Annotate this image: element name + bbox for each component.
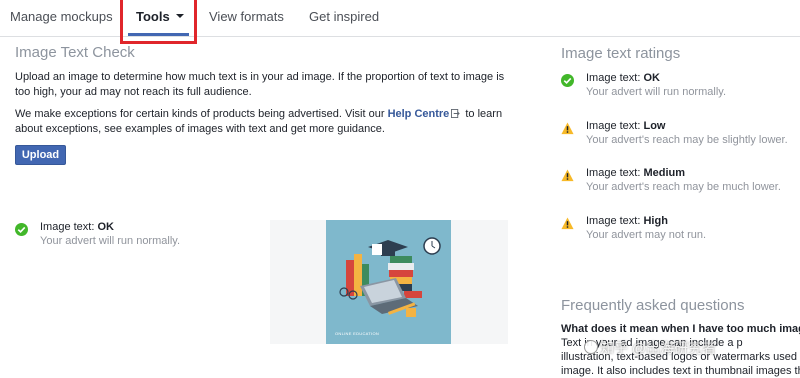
rating-message: Your advert may not run. [586,229,707,241]
rating-message: Your advert's reach may be much lower. [586,181,781,193]
faq-title: Frequently asked questions [561,297,745,314]
education-illustration [326,220,451,344]
result-message: Your advert will run normally. [40,235,181,247]
watermark-logo-icon [584,340,598,354]
check-circle-icon [15,223,28,236]
warning-icon [561,122,574,135]
uploaded-image-preview: ONLINE EDUCATION [326,220,451,344]
help-centre-link[interactable]: Help Centre [388,108,450,120]
rating-level: High [643,215,668,227]
rating-label: Image text: Low [586,120,666,132]
rating-message: Your advert will run normally. [586,86,727,98]
watermark-text: 知乎 @出海研究者 [600,340,717,356]
preview-caption: ONLINE EDUCATION [335,331,380,336]
rating-label: Image text: OK [586,72,660,84]
rating-level: OK [643,72,660,84]
rating-label: Image text: Medium [586,167,686,179]
external-link-icon [451,109,461,118]
rating-level: Medium [643,167,686,179]
upload-button[interactable]: Upload [15,145,66,165]
highlight-annotation-box [120,0,197,44]
exceptions-paragraph: We make exceptions for certain kinds of … [15,107,515,137]
faq-answer-line: image. It also includes text in thumbnai… [561,365,800,377]
result-level: OK [97,221,114,233]
page-title: Image Text Check [15,44,135,61]
faq-question[interactable]: What does it mean when I have too much i… [561,323,800,335]
rating-level: Low [643,120,666,132]
exceptions-text-start: We make exceptions for certain kinds of … [15,108,388,120]
warning-icon [561,169,574,182]
intro-paragraph: Upload an image to determine how much te… [15,71,505,98]
tab-view-formats[interactable]: View formats [209,9,284,24]
tab-get-inspired[interactable]: Get inspired [309,9,379,24]
result-label: Image text: OK [40,221,114,233]
rating-label: Image text: High [586,215,668,227]
ratings-title: Image text ratings [561,45,681,62]
warning-icon [561,217,574,230]
tab-manage-mockups[interactable]: Manage mockups [10,9,113,24]
rating-message: Your advert's reach may be slightly lowe… [586,134,788,146]
check-circle-icon [561,74,574,87]
